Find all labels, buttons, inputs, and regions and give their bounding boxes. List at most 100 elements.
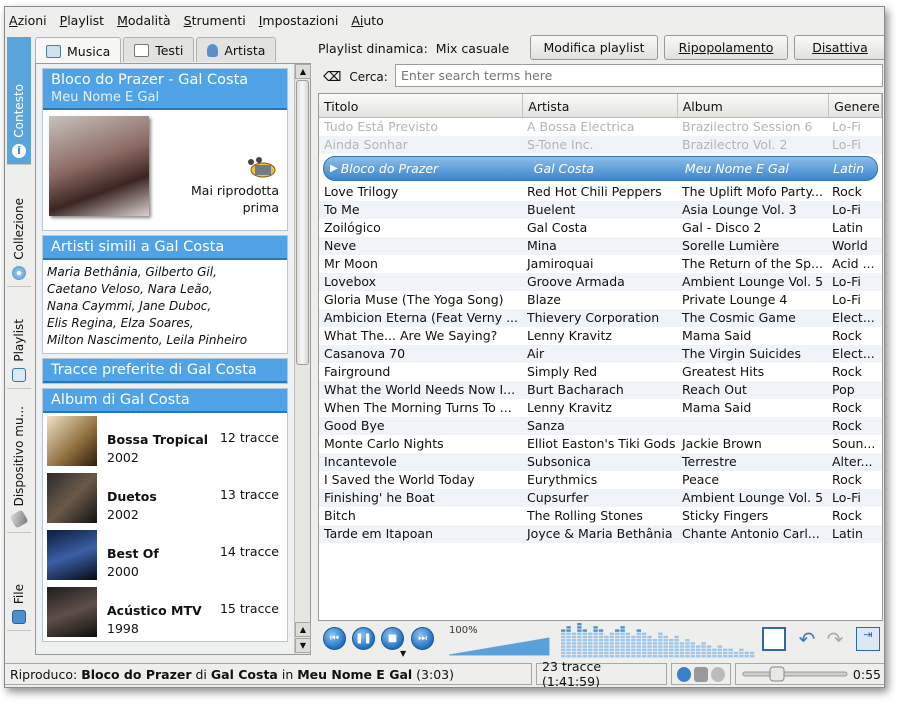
analyzer-bar	[679, 651, 685, 655]
table-row[interactable]: When The Morning Turns To ... Lenny Kravi…	[319, 399, 882, 417]
album-item[interactable]: Bossa Tropical 2002 12 tracce	[43, 413, 287, 470]
table-row[interactable]: What The... Are We Saying? Lenny Kravitz M…	[319, 327, 882, 345]
clear-search-icon[interactable]: ⌫	[323, 70, 341, 85]
table-cell: Ambient Lounge Vol. 5	[682, 490, 824, 505]
table-row[interactable]: Casanova 70 Air The Virgin Suicides Elect..…	[319, 345, 882, 363]
stop-menu-arrow-icon[interactable]: ▼	[400, 649, 406, 658]
menu-playlist[interactable]: Playlist	[60, 13, 104, 28]
similar-line[interactable]: Caetano Veloso, Nara Leão,	[47, 281, 283, 298]
album-track-count: 14 tracce	[219, 544, 279, 559]
sidetab-contesto[interactable]: Contesto i	[7, 37, 31, 165]
pause-icon[interactable]: ❚❚	[352, 627, 375, 650]
table-row[interactable]: Love Trilogy Red Hot Chili Peppers The Upl…	[319, 183, 882, 201]
tab-musica[interactable]: Musica	[35, 37, 122, 64]
mood-icon[interactable]	[243, 156, 277, 178]
column-header-title[interactable]: Titolo	[319, 94, 524, 117]
volume-wedge[interactable]	[448, 636, 553, 656]
favorite-tracks-title[interactable]: Tracce preferite di Gal Costa	[43, 359, 287, 383]
column-header-artist[interactable]: Artista	[523, 94, 678, 117]
similar-line[interactable]: Elis Regina, Elza Soares,	[47, 315, 283, 332]
elapsed-time: 0:55	[852, 666, 881, 682]
scroll-down-icon[interactable]: ▼	[295, 638, 311, 653]
analyzer-bar	[674, 635, 679, 639]
sidetab-collezione[interactable]: Collezione	[7, 167, 31, 287]
table-row[interactable]: Finishing' he Boat Cupsurfer Ambient Loung…	[319, 489, 882, 507]
repeat-icon[interactable]	[677, 666, 691, 682]
table-row[interactable]: Good Bye Sanza Rock	[319, 417, 882, 435]
undo-icon[interactable]: ↶	[795, 627, 819, 651]
repopulate-button[interactable]: Ripopolamento	[664, 35, 788, 60]
tab-testi[interactable]: Testi	[123, 37, 195, 62]
tab-artista[interactable]: Artista	[196, 37, 277, 62]
spectrum-analyzer[interactable]	[561, 622, 757, 658]
random-icon[interactable]	[694, 666, 708, 682]
table-row[interactable]: What the World Needs Now I... Burt Bachar…	[319, 381, 882, 399]
album-cover[interactable]	[49, 116, 149, 216]
column-header-genre[interactable]: Genere	[829, 94, 882, 117]
previous-icon[interactable]: ⏮	[323, 627, 346, 650]
album-item[interactable]: Best Of 2000 14 tracce	[43, 527, 287, 584]
table-row[interactable]: I Saved the World Today Eurythmics Peace Ro…	[319, 471, 882, 489]
table-row[interactable]: Mr Moon Jamiroquai The Return of the Sp...…	[319, 255, 882, 273]
table-row[interactable]: Tarde em Itapoan Joyce & Maria Bethânia Ch…	[319, 525, 882, 543]
table-row[interactable]: To Me Buelent Asia Lounge Vol. 3 Lo-Fi	[319, 201, 882, 219]
similar-line[interactable]: Nana Caymmi, Jane Duboc,	[47, 298, 283, 315]
status-in: in	[281, 666, 294, 682]
similar-line[interactable]: Maria Bethânia, Gilberto Gil,	[47, 264, 283, 281]
menu-impostazioni[interactable]: Impostazioni	[259, 13, 339, 28]
table-row[interactable]: Lovebox Groove Armada Ambient Lounge Vol. …	[319, 273, 882, 291]
menu-azioni[interactable]: Azioni	[9, 13, 47, 28]
sidetab-playlist[interactable]: Playlist	[7, 289, 31, 389]
status-icons	[671, 663, 731, 685]
disable-button[interactable]: Disattiva	[794, 35, 884, 60]
album-year: 2000	[107, 564, 139, 579]
similar-line[interactable]: Milton Nascimento, Leila Pinheiro	[47, 332, 283, 349]
album-item[interactable]: Duetos 2002 13 tracce	[43, 470, 287, 527]
scroll-up-icon[interactable]: ▲	[295, 622, 311, 637]
search-input[interactable]	[395, 64, 883, 87]
tab-label: Testi	[155, 42, 184, 58]
sidetab-file[interactable]: File	[7, 535, 31, 631]
analyzer-bar	[739, 651, 744, 655]
sidetab-dispositivo[interactable]: Dispositivo mu...	[7, 391, 31, 533]
table-row[interactable]: Tudo Está Previsto A Bossa Electrica Brazi…	[319, 118, 882, 136]
next-icon[interactable]: ⏭	[411, 627, 434, 650]
scrollbar-thumb[interactable]	[296, 80, 309, 365]
menu-aiuto[interactable]: Aiuto	[351, 13, 384, 28]
analyzer-bar	[636, 648, 641, 651]
context-scrollbar[interactable]: ▲ ▲ ▼	[294, 64, 311, 654]
dynamic-icon[interactable]	[711, 666, 725, 682]
stop-icon[interactable]: ■	[381, 627, 404, 650]
table-row[interactable]: Neve Mina Sorelle Lumière World	[319, 237, 882, 255]
table-row[interactable]: Monte Carlo Nights Elliot Easton's Tiki G…	[319, 435, 882, 453]
table-row[interactable]: Bitch The Rolling Stones Sticky Fingers Roc…	[319, 507, 882, 525]
analyzer-bar	[625, 635, 631, 639]
scroll-up-icon[interactable]: ▲	[295, 64, 311, 79]
menu-strumenti[interactable]: Strumenti	[184, 13, 246, 28]
redo-icon[interactable]: ↷	[823, 627, 847, 651]
table-cell: When The Morning Turns To ...	[324, 400, 512, 415]
table-row[interactable]: Zoilógico Gal Costa Gal - Disco 2 Latin	[319, 219, 882, 237]
analyzer-bar	[625, 639, 631, 642]
playlist-goto-icon[interactable]: ⇥	[856, 627, 880, 651]
current-track-row[interactable]: ▶ Bloco do Prazer Gal Costa Meu Nome E Gal L…	[323, 156, 878, 181]
volume-slider[interactable]: 100%	[448, 625, 553, 657]
table-row[interactable]: Incantevole Subsonica Terrestre Alter...	[319, 453, 882, 471]
table-row[interactable]: Ambicion Eterna (Feat Verny ... Thievery …	[319, 309, 882, 327]
column-header-album[interactable]: Album	[678, 94, 830, 117]
similar-artists-title[interactable]: Artisti simili a Gal Costa	[43, 236, 287, 260]
analyzer-bar	[685, 645, 690, 648]
table-row[interactable]: Ainda Sonhar S-Tone Inc. Brazilectro Vol. …	[319, 136, 882, 154]
analyzer-bar	[679, 645, 685, 648]
edit-playlist-button[interactable]: Modifica playlist	[530, 35, 658, 60]
window-toggle-icon[interactable]	[762, 627, 786, 651]
albums-title[interactable]: Album di Gal Costa	[43, 389, 287, 413]
seek-slider[interactable]	[741, 665, 851, 683]
analyzer-bar	[658, 635, 663, 639]
menu-modalita[interactable]: Modalità	[117, 13, 171, 28]
analyzer-bar	[604, 639, 609, 642]
analyzer-bar	[642, 642, 647, 645]
table-row[interactable]: Fairground Simply Red Greatest Hits Rock	[319, 363, 882, 381]
album-item[interactable]: Acústico MTV 1998 15 tracce	[43, 584, 287, 641]
table-row[interactable]: Gloria Muse (The Yoga Song) Blaze Private …	[319, 291, 882, 309]
